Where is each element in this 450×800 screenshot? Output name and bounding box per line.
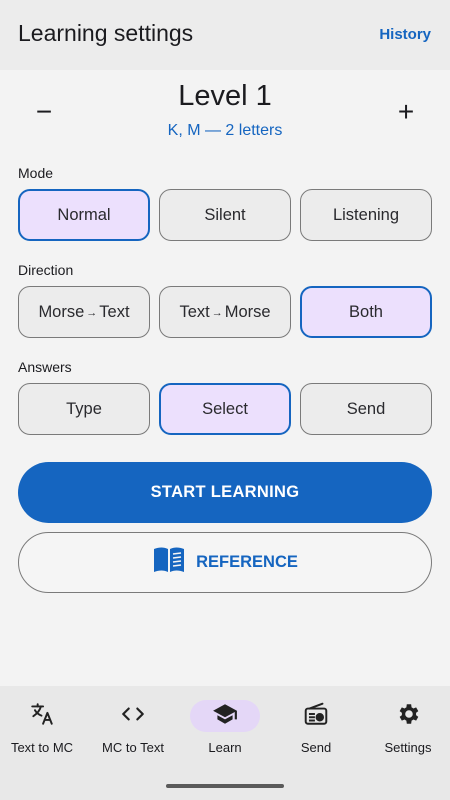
mode-option-silent[interactable]: Silent (159, 189, 291, 241)
level-title: Level 1 (178, 80, 272, 112)
answers-label: Answers (18, 359, 72, 375)
direction-option-morse-to-text[interactable]: Morse → Text (18, 286, 150, 338)
arrow-right-icon: → (211, 307, 223, 319)
direction-to: Text (99, 302, 130, 321)
mode-options: Normal Silent Listening (18, 189, 432, 241)
school-icon (212, 701, 238, 732)
nav-item-mc-to-text[interactable]: MC to Text (88, 686, 178, 766)
answers-option-select[interactable]: Select (159, 383, 291, 435)
answers-option-send[interactable]: Send (300, 383, 432, 435)
home-indicator[interactable] (166, 784, 284, 788)
nav-label: Send (300, 740, 332, 755)
app-bar: Learning settings History (0, 0, 450, 70)
bottom-navigation: Text to MC MC to Text Learn Send Setting… (0, 686, 450, 800)
direction-option-text-to-morse[interactable]: Text → Morse (159, 286, 291, 338)
book-icon (152, 546, 186, 579)
nav-label: Settings (384, 740, 432, 755)
translate-icon (29, 701, 55, 732)
reference-label: REFERENCE (196, 553, 298, 571)
answers-option-type[interactable]: Type (18, 383, 150, 435)
level-letters: K, M — 2 letters (167, 122, 283, 139)
nav-label: Text to MC (10, 740, 74, 755)
mode-option-listening[interactable]: Listening (300, 189, 432, 241)
level-selector: − Level 1 K, M — 2 letters + (0, 76, 450, 146)
nav-label: MC to Text (102, 740, 164, 755)
nav-item-learn[interactable]: Learn (180, 686, 270, 766)
mode-option-normal[interactable]: Normal (18, 189, 150, 241)
direction-to: Morse (224, 302, 271, 321)
code-icon (120, 701, 146, 732)
start-learning-label: START LEARNING (150, 483, 300, 501)
direction-option-both[interactable]: Both (300, 286, 432, 338)
answers-options: Type Select Send (18, 383, 432, 435)
nav-label: Learn (208, 740, 242, 755)
gear-icon (395, 701, 421, 732)
start-learning-button[interactable]: START LEARNING (18, 462, 432, 523)
nav-item-settings[interactable]: Settings (363, 686, 450, 766)
history-button[interactable]: History (379, 26, 431, 43)
mode-label: Mode (18, 165, 54, 181)
direction-options: Morse → Text Text → Morse Both (18, 286, 432, 338)
radio-icon (303, 701, 329, 732)
reference-button[interactable]: REFERENCE (18, 532, 432, 593)
direction-label: Direction (18, 262, 74, 278)
arrow-right-icon: → (86, 307, 98, 319)
nav-item-text-to-mc[interactable]: Text to MC (0, 686, 87, 766)
page-title: Learning settings (18, 20, 194, 46)
level-increase-button[interactable]: + (392, 94, 420, 130)
nav-item-send[interactable]: Send (271, 686, 361, 766)
direction-from: Morse (38, 302, 85, 321)
direction-from: Text (179, 302, 210, 321)
